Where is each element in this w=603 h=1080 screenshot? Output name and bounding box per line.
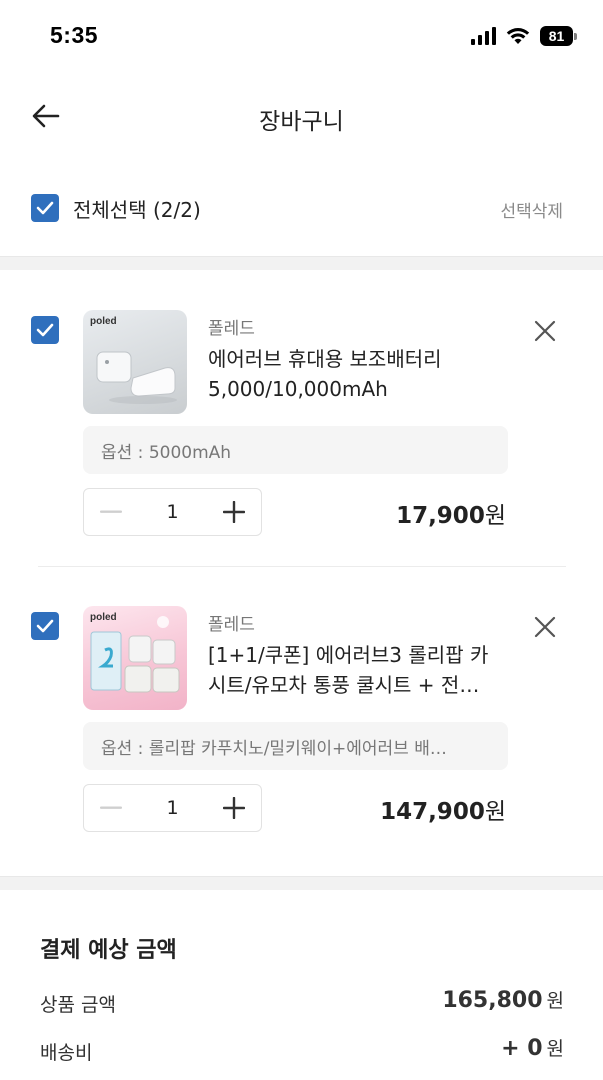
select-all-row: 전체선택 (2/2) 선택삭제 <box>0 180 603 236</box>
quantity-value: 1 <box>166 797 179 819</box>
product-thumbnail[interactable]: poled <box>83 606 187 710</box>
item-title[interactable]: 에어러브 휴대용 보조배터리 5,000/10,000mAh <box>208 344 508 404</box>
item-brand: 폴레드 <box>208 319 255 339</box>
item-price-value: 17,900 <box>396 503 485 529</box>
quantity-stepper: 1 <box>83 488 262 536</box>
product-thumbnail[interactable]: poled <box>83 310 187 414</box>
summary-label: 배송비 <box>40 1042 93 1064</box>
item-option[interactable]: 옵션 : 5000mAh <box>83 426 508 474</box>
item-title[interactable]: [1+1/쿠폰] 에어러브3 롤리팝 카 시트/유모차 통풍 쿨시트 + 전… <box>208 640 508 700</box>
summary-amount: + 0 <box>501 1036 543 1061</box>
item-option[interactable]: 옵션 : 롤리팝 카푸치노/밀키웨이+에어러브 배… <box>83 722 508 770</box>
increase-quantity-button[interactable] <box>207 489 261 535</box>
summary-title: 결제 예상 금액 <box>40 938 177 963</box>
item-title-line: 5,000/10,000mAh <box>208 377 388 401</box>
item-price-unit: 원 <box>484 799 506 825</box>
summary-row-product-total: 상품 금액 165,800 원 <box>40 986 564 1020</box>
wifi-icon <box>506 28 530 44</box>
item-checkbox[interactable] <box>31 316 59 344</box>
battery-icon: 81 <box>540 26 577 46</box>
quantity-stepper: 1 <box>83 784 262 832</box>
summary-unit: 원 <box>546 1038 564 1060</box>
status-bar: 5:35 81 <box>0 0 603 72</box>
minus-icon <box>100 806 122 809</box>
summary-value: + 0원 <box>501 1034 564 1061</box>
battery-level: 81 <box>540 26 573 46</box>
section-divider <box>0 256 603 270</box>
close-icon <box>534 616 556 638</box>
payment-summary: 결제 예상 금액 상품 금액 165,800 원 배송비 + 0원 <box>0 890 603 1080</box>
item-price: 17,900원 <box>396 496 506 530</box>
item-price-value: 147,900 <box>380 799 485 825</box>
car-seat-cushion-image <box>90 616 180 693</box>
check-icon <box>36 201 54 215</box>
summary-row-shipping: 배송비 + 0원 <box>40 1034 564 1068</box>
cart-item: poled 폴레드 [1+1/쿠폰] 에어러브3 롤리팝 카 시트/유모차 통풍… <box>0 594 603 864</box>
check-icon <box>36 619 54 633</box>
summary-unit: 원 <box>546 990 564 1012</box>
summary-label: 상품 금액 <box>40 994 116 1016</box>
plus-icon <box>223 797 245 819</box>
cart-item: poled 폴레드 에어러브 휴대용 보조배터리 5,000/10,000mAh… <box>0 298 603 568</box>
summary-amount: 165,800 <box>442 988 543 1013</box>
item-title-line: 시트/유모차 통풍 쿨시트 + 전… <box>208 673 480 697</box>
power-bank-image <box>96 351 177 404</box>
header: 장바구니 <box>0 84 603 150</box>
section-divider <box>0 876 603 890</box>
item-price-unit: 원 <box>484 503 506 529</box>
item-separator <box>38 566 566 567</box>
minus-icon <box>100 510 122 513</box>
close-icon <box>534 320 556 342</box>
increase-quantity-button[interactable] <box>207 785 261 831</box>
signal-icon <box>471 27 496 45</box>
status-icons: 81 <box>471 26 577 46</box>
item-price: 147,900원 <box>380 792 506 826</box>
plus-icon <box>223 501 245 523</box>
check-icon <box>36 323 54 337</box>
item-brand: 폴레드 <box>208 615 255 635</box>
remove-item-button[interactable] <box>530 612 560 642</box>
item-checkbox[interactable] <box>31 612 59 640</box>
delete-selected-button[interactable]: 선택삭제 <box>500 197 563 222</box>
item-title-line: 에어러브 휴대용 보조배터리 <box>208 347 442 371</box>
select-all-label[interactable]: 전체선택 (2/2) <box>73 194 201 223</box>
page-title: 장바구니 <box>259 109 344 135</box>
decrease-quantity-button[interactable] <box>84 489 138 535</box>
item-title-line: [1+1/쿠폰] 에어러브3 롤리팝 카 <box>208 643 489 667</box>
remove-item-button[interactable] <box>530 316 560 346</box>
quantity-value: 1 <box>166 501 179 523</box>
status-time: 5:35 <box>50 22 99 48</box>
summary-value: 165,800 원 <box>442 986 564 1013</box>
decrease-quantity-button[interactable] <box>84 785 138 831</box>
select-all-checkbox[interactable] <box>31 194 59 222</box>
